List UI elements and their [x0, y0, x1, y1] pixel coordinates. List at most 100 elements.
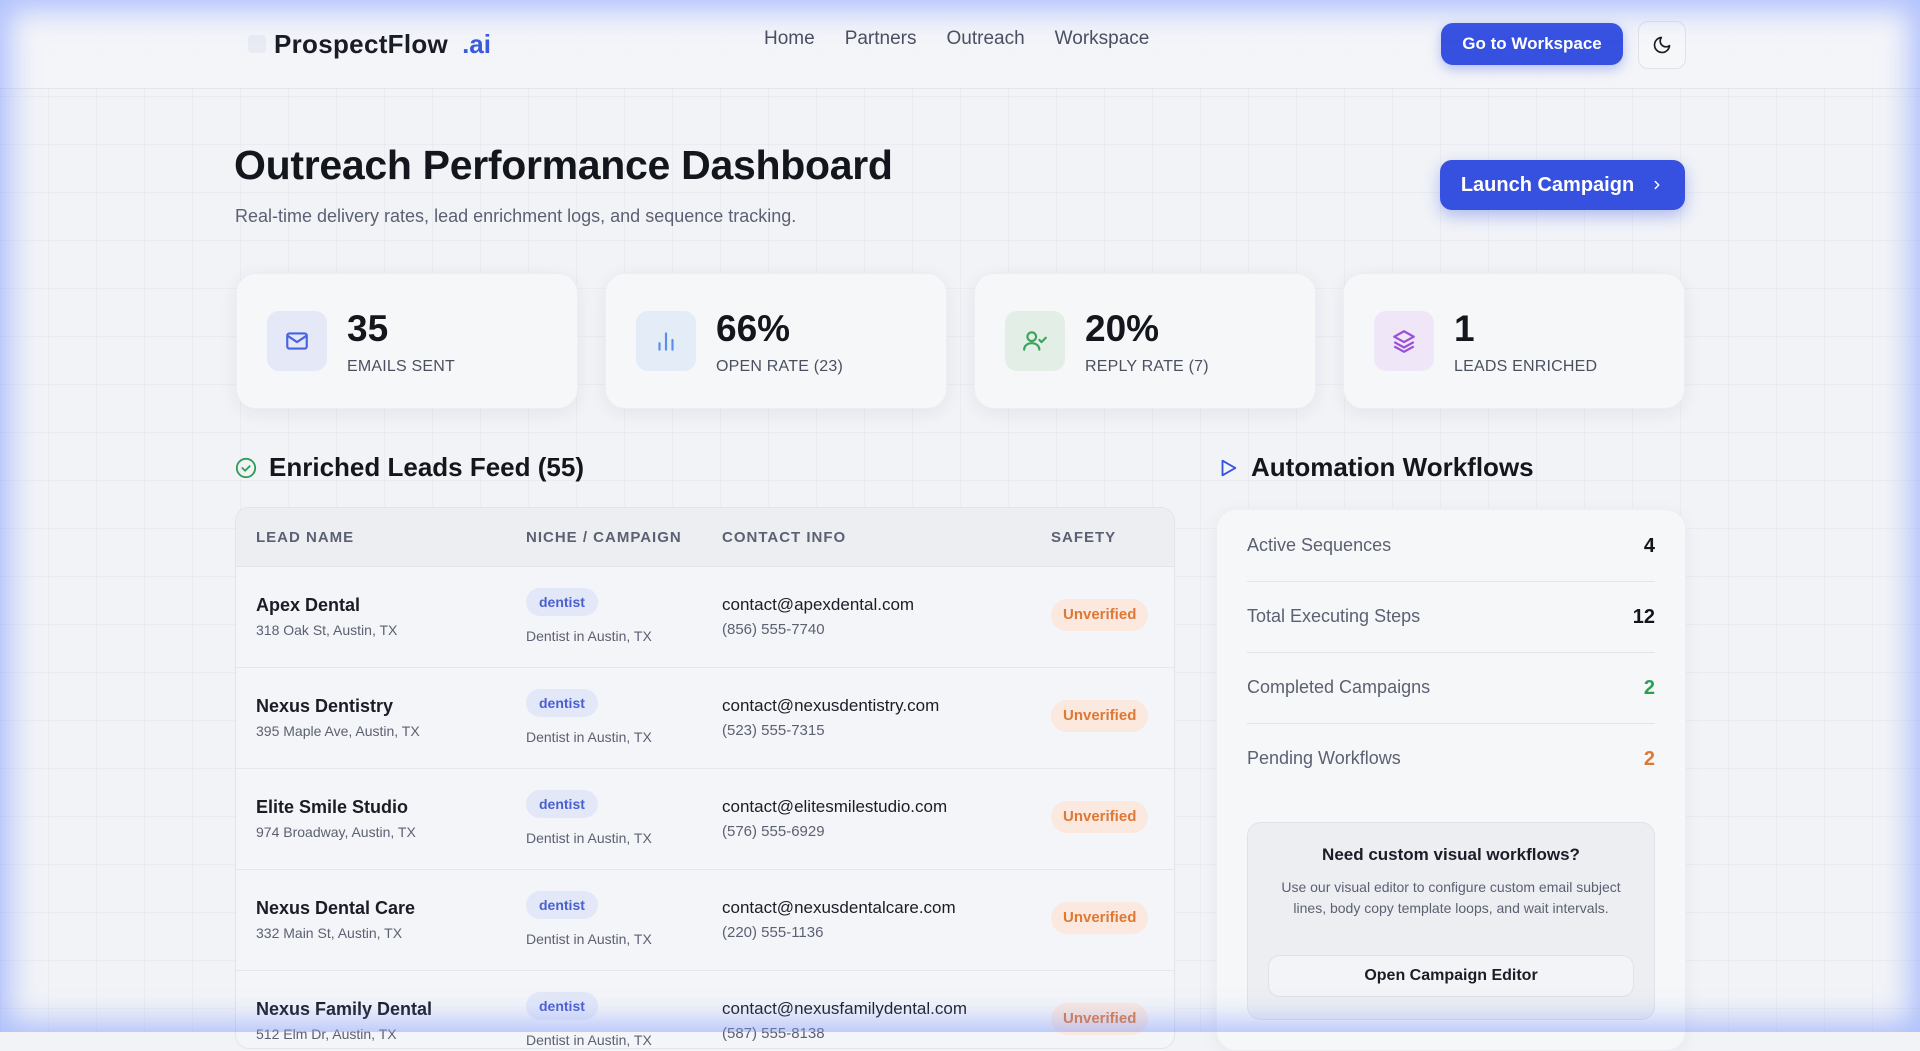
- automation-section-heading: Automation Workflows: [1217, 452, 1534, 483]
- custom-workflow-promo: Need custom visual workflows? Use our vi…: [1247, 822, 1655, 1020]
- column-header-niche: NICHE / CAMPAIGN: [526, 529, 682, 546]
- metric-value: 4: [1643, 535, 1655, 557]
- table-row[interactable]: Nexus Dental Care 332 Main St, Austin, T…: [236, 870, 1174, 971]
- layers-icon: [1374, 311, 1434, 371]
- nav-link-partners[interactable]: Partners: [845, 28, 917, 50]
- brand-mark-icon: [248, 35, 266, 53]
- check-circle-icon: [235, 457, 257, 478]
- table-header: LEAD NAME NICHE / CAMPAIGN CONTACT INFO …: [236, 508, 1174, 567]
- leads-section-heading: Enriched Leads Feed (55): [235, 452, 584, 483]
- mail-icon: [267, 311, 327, 371]
- contact-phone: (220) 555-1136: [722, 924, 824, 941]
- table-row[interactable]: Nexus Family Dental 512 Elm Dr, Austin, …: [236, 971, 1174, 1048]
- contact-phone: (523) 555-7315: [722, 722, 825, 739]
- page-title: Outreach Performance Dashboard: [234, 142, 893, 188]
- table-row[interactable]: Apex Dental 318 Oak St, Austin, TX denti…: [236, 567, 1174, 668]
- metric-pending-workflows: Pending Workflows 2: [1247, 723, 1655, 794]
- campaign-name: Dentist in Austin, TX: [526, 931, 652, 947]
- automation-panel: Active Sequences 4 Total Executing Steps…: [1216, 509, 1686, 1051]
- brand-suffix: .ai: [462, 28, 491, 59]
- niche-tag: dentist: [526, 790, 598, 818]
- lead-name: Nexus Family Dental: [256, 999, 433, 1019]
- lead-name: Nexus Dental Care: [256, 898, 416, 918]
- contact-email[interactable]: contact@nexusfamilydental.com: [722, 999, 967, 1019]
- main-content: Outreach Performance Dashboard Real-time…: [0, 0, 1920, 1051]
- column-header-contact: CONTACT INFO: [722, 529, 847, 546]
- stat-value: 35: [347, 308, 389, 349]
- niche-tag: dentist: [526, 588, 598, 616]
- metric-completed-campaigns: Completed Campaigns 2: [1247, 652, 1655, 724]
- metric-value: 12: [1632, 606, 1655, 628]
- stat-value: 1: [1454, 308, 1475, 349]
- brand-name: ProspectFlow: [274, 28, 449, 59]
- contact-phone: (587) 555-8138: [722, 1025, 825, 1042]
- metric-label: Active Sequences: [1247, 535, 1392, 555]
- lead-address: 395 Maple Ave, Austin, TX: [256, 723, 420, 739]
- launch-campaign-button[interactable]: Launch Campaign: [1440, 160, 1685, 210]
- metric-label: Completed Campaigns: [1247, 677, 1431, 697]
- niche-tag: dentist: [526, 891, 598, 919]
- top-navbar: ProspectFlow .ai Home Partners Outreach …: [0, 0, 1920, 89]
- column-header-safety: SAFETY: [1051, 529, 1117, 546]
- contact-phone: (576) 555-6929: [722, 823, 825, 840]
- stat-label: EMAILS SENT: [347, 358, 456, 375]
- contact-email[interactable]: contact@apexdental.com: [722, 595, 914, 615]
- brand-logo[interactable]: ProspectFlow .ai: [248, 24, 491, 64]
- campaign-name: Dentist in Austin, TX: [526, 628, 652, 644]
- stat-card-leads-enriched: 1 LEADS ENRICHED: [1343, 273, 1685, 409]
- play-icon: [1221, 459, 1237, 476]
- contact-email[interactable]: contact@nexusdentalcare.com: [722, 898, 956, 918]
- stat-label: OPEN RATE (23): [716, 358, 843, 375]
- leads-table: LEAD NAME NICHE / CAMPAIGN CONTACT INFO …: [235, 507, 1175, 1049]
- column-header-lead-name: LEAD NAME: [256, 529, 355, 546]
- nav-links: Home Partners Outreach Workspace: [764, 28, 1149, 50]
- go-to-workspace-button[interactable]: Go to Workspace: [1441, 23, 1623, 65]
- contact-email[interactable]: contact@nexusdentistry.com: [722, 696, 939, 716]
- safety-badge: Unverified: [1051, 700, 1149, 732]
- metric-total-executing-steps: Total Executing Steps 12: [1247, 581, 1655, 653]
- lead-address: 512 Elm Dr, Austin, TX: [256, 1026, 397, 1042]
- theme-toggle-button[interactable]: [1638, 21, 1686, 69]
- metric-label: Pending Workflows: [1247, 748, 1401, 768]
- page-subtitle: Real-time delivery rates, lead enrichmen…: [235, 206, 797, 226]
- stat-card-open-rate: 66% OPEN RATE (23): [605, 273, 947, 409]
- automation-section-title: Automation Workflows: [1251, 452, 1534, 482]
- safety-badge: Unverified: [1051, 801, 1149, 833]
- table-row[interactable]: Elite Smile Studio 974 Broadway, Austin,…: [236, 769, 1174, 870]
- stat-label: REPLY RATE (7): [1085, 358, 1209, 375]
- niche-tag: dentist: [526, 689, 598, 717]
- safety-badge: Unverified: [1051, 902, 1149, 934]
- stat-value: 20%: [1085, 308, 1160, 349]
- metric-label: Total Executing Steps: [1247, 606, 1421, 626]
- lead-address: 974 Broadway, Austin, TX: [256, 824, 416, 840]
- metric-active-sequences: Active Sequences 4: [1247, 510, 1655, 582]
- lead-name: Nexus Dentistry: [256, 696, 394, 716]
- stat-card-reply-rate: 20% REPLY RATE (7): [974, 273, 1316, 409]
- lead-name: Apex Dental: [256, 595, 361, 615]
- stat-card-emails-sent: 35 EMAILS SENT: [236, 273, 578, 409]
- safety-badge: Unverified: [1051, 599, 1149, 631]
- launch-campaign-label: Launch Campaign: [1460, 173, 1635, 196]
- user-check-icon: [1005, 311, 1065, 371]
- metric-value: 2: [1643, 748, 1655, 770]
- table-row[interactable]: Nexus Dentistry 395 Maple Ave, Austin, T…: [236, 668, 1174, 769]
- bar-chart-icon: [636, 311, 696, 371]
- promo-title: Need custom visual workflows?: [1322, 845, 1580, 864]
- nav-link-workspace[interactable]: Workspace: [1055, 28, 1150, 50]
- nav-link-home[interactable]: Home: [764, 28, 815, 50]
- niche-tag: dentist: [526, 992, 598, 1020]
- contact-phone: (856) 555-7740: [722, 621, 825, 638]
- stat-value: 66%: [716, 308, 791, 349]
- lead-address: 318 Oak St, Austin, TX: [256, 622, 398, 638]
- leads-section-title: Enriched Leads Feed (55): [269, 452, 584, 482]
- open-campaign-editor-button[interactable]: Open Campaign Editor: [1268, 955, 1634, 997]
- lead-name: Elite Smile Studio: [256, 797, 409, 817]
- promo-description: Use our visual editor to configure custo…: [1281, 879, 1621, 916]
- campaign-name: Dentist in Austin, TX: [526, 1032, 652, 1048]
- nav-link-outreach[interactable]: Outreach: [947, 28, 1025, 50]
- campaign-name: Dentist in Austin, TX: [526, 830, 652, 846]
- contact-email[interactable]: contact@elitesmilestudio.com: [722, 797, 947, 817]
- metric-value: 2: [1643, 677, 1655, 699]
- campaign-name: Dentist in Austin, TX: [526, 729, 652, 745]
- lead-address: 332 Main St, Austin, TX: [256, 925, 403, 941]
